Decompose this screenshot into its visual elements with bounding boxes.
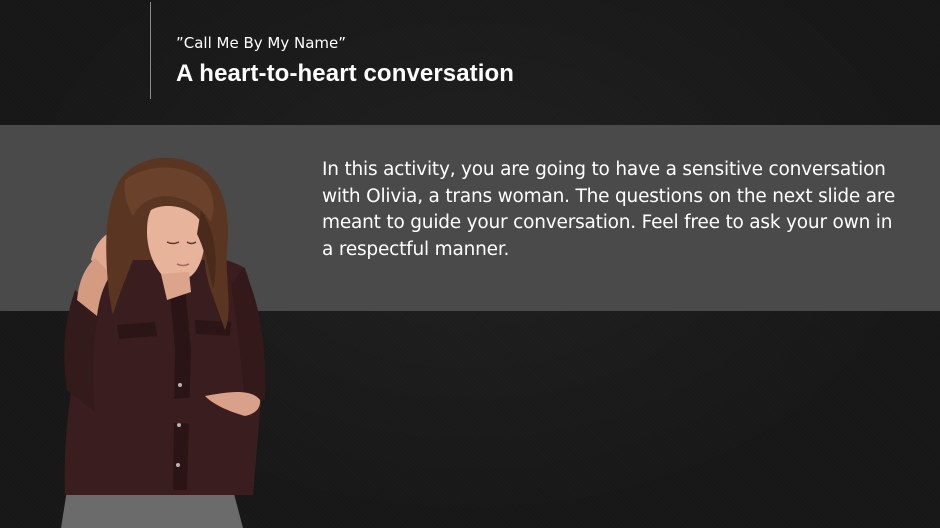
woman-thinking-illustration xyxy=(61,157,266,528)
slide-body-text: In this activity, you are going to have … xyxy=(322,159,896,260)
slide-title: A heart-to-heart conversation xyxy=(176,60,515,87)
slide-subtitle: ”Call Me By My Name” xyxy=(176,34,347,52)
slide: ”Call Me By My Name” A heart-to-heart co… xyxy=(0,0,940,528)
header-divider xyxy=(150,2,151,99)
